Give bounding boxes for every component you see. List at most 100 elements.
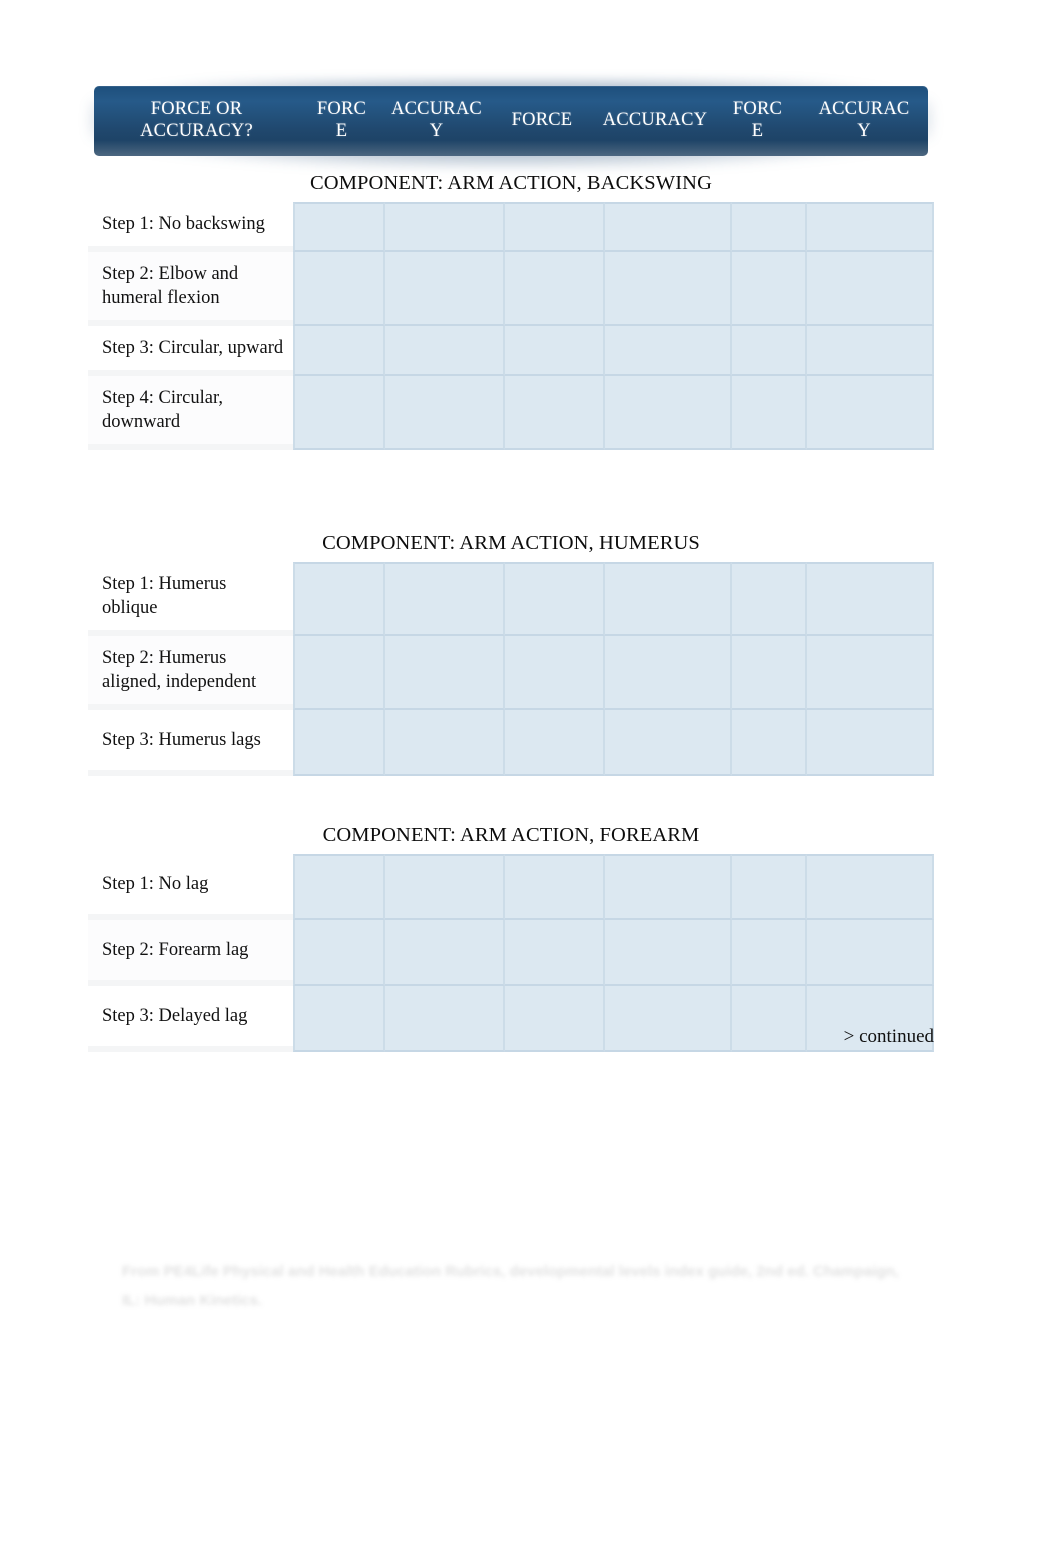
section-title-forearm: COMPONENT: ARM ACTION, FOREARM xyxy=(322,824,700,846)
score-cell-force-3[interactable] xyxy=(732,326,807,377)
row-label: Step 1: Humerus oblique xyxy=(88,562,293,637)
score-cell-accuracy-2[interactable] xyxy=(605,326,732,377)
score-cell-force-1[interactable] xyxy=(293,562,385,637)
score-cell-accuracy-1[interactable] xyxy=(385,252,505,327)
score-cell-accuracy-2[interactable] xyxy=(605,920,732,987)
score-cell-force-2[interactable] xyxy=(505,710,605,777)
score-cell-force-1[interactable] xyxy=(293,710,385,777)
header-row: FORCE OR ACCURACY? FORC E ACCURAC Y FORC… xyxy=(94,86,928,156)
table-row: Step 4: Circular, downward xyxy=(88,376,934,451)
header-cell-force-2: FORCE xyxy=(489,110,595,132)
table-humerus: Step 1: Humerus oblique Step 2: Humerus … xyxy=(88,562,934,777)
continued-note: > continued xyxy=(843,1026,934,1047)
row-label: Step 1: No backswing xyxy=(88,202,293,253)
header-cell-accuracy-2: ACCURACY xyxy=(595,110,715,132)
score-cell-accuracy-3[interactable] xyxy=(807,636,934,711)
score-cell-force-3[interactable] xyxy=(732,252,807,327)
score-cell-force-2[interactable] xyxy=(505,376,605,451)
table-backswing: Step 1: No backswing Step 2: Elbow and h… xyxy=(88,202,934,451)
row-label: Step 3: Humerus lags xyxy=(88,710,293,777)
score-cell-force-3[interactable] xyxy=(732,376,807,451)
score-cell-accuracy-1[interactable] xyxy=(385,710,505,777)
score-cell-accuracy-3[interactable] xyxy=(807,562,934,637)
header-line: FORCE OR xyxy=(150,99,243,120)
row-label: Step 4: Circular, downward xyxy=(88,376,293,451)
header-cell-force-or-accuracy: FORCE OR ACCURACY? xyxy=(94,99,299,143)
score-cell-force-3[interactable] xyxy=(732,636,807,711)
header-line: FORC xyxy=(316,99,367,120)
header-line: Y xyxy=(857,121,871,141)
score-cell-force-2[interactable] xyxy=(505,636,605,711)
score-cell-accuracy-3[interactable] xyxy=(807,854,934,921)
section-title-backswing: COMPONENT: ARM ACTION, BACKSWING xyxy=(310,172,712,194)
row-label: Step 3: Circular, upward xyxy=(88,326,293,377)
header-line: FORCE xyxy=(511,110,573,131)
header-line: E xyxy=(751,121,764,141)
score-cell-force-3[interactable] xyxy=(732,854,807,921)
score-cell-force-2[interactable] xyxy=(505,854,605,921)
score-cell-accuracy-1[interactable] xyxy=(385,854,505,921)
score-cell-force-3[interactable] xyxy=(732,920,807,987)
table-row: Step 1: No backswing xyxy=(88,202,934,253)
score-cell-force-1[interactable] xyxy=(293,376,385,451)
table-header-band: FORCE OR ACCURACY? FORC E ACCURAC Y FORC… xyxy=(88,80,934,168)
score-cell-accuracy-2[interactable] xyxy=(605,710,732,777)
table-row: Step 3: Humerus lags xyxy=(88,710,934,777)
score-cell-accuracy-1[interactable] xyxy=(385,636,505,711)
table-row: Step 2: Humerus aligned, independent xyxy=(88,636,934,711)
score-cell-force-2[interactable] xyxy=(505,202,605,253)
score-cell-force-2[interactable] xyxy=(505,920,605,987)
score-cell-accuracy-1[interactable] xyxy=(385,562,505,637)
document-page: FORCE OR ACCURACY? FORC E ACCURAC Y FORC… xyxy=(0,0,1062,1556)
score-cell-accuracy-3[interactable] xyxy=(807,202,934,253)
score-cell-force-3[interactable] xyxy=(732,710,807,777)
header-line: ACCURACY? xyxy=(140,121,253,141)
score-cell-accuracy-3[interactable] xyxy=(807,920,934,987)
header-line: ACCURAC xyxy=(818,99,910,120)
score-cell-accuracy-1[interactable] xyxy=(385,920,505,987)
score-cell-accuracy-1[interactable] xyxy=(385,202,505,253)
header-line: ACCURACY xyxy=(602,110,708,131)
score-cell-force-1[interactable] xyxy=(293,854,385,921)
row-label: Step 2: Elbow and humeral flexion xyxy=(88,252,293,327)
table-row: Step 3: Circular, upward xyxy=(88,326,934,377)
score-cell-force-1[interactable] xyxy=(293,252,385,327)
row-label: Step 1: No lag xyxy=(88,854,293,921)
header-cell-force-1: FORC E xyxy=(299,99,384,143)
score-cell-accuracy-3[interactable] xyxy=(807,376,934,451)
table-forearm: Step 1: No lag Step 2: Forearm lag Step … xyxy=(88,854,934,1053)
header-line: FORC xyxy=(732,99,783,120)
score-cell-force-1[interactable] xyxy=(293,920,385,987)
score-cell-accuracy-2[interactable] xyxy=(605,854,732,921)
section-title-humerus: COMPONENT: ARM ACTION, HUMERUS xyxy=(322,532,700,554)
score-cell-accuracy-1[interactable] xyxy=(385,326,505,377)
score-cell-accuracy-2[interactable] xyxy=(605,252,732,327)
source-footnote: From PE4Life Physical and Health Educati… xyxy=(122,1263,899,1309)
header-cell-accuracy-3: ACCURAC Y xyxy=(800,99,928,143)
header-line: Y xyxy=(429,121,444,141)
score-cell-force-3[interactable] xyxy=(732,202,807,253)
score-cell-force-3[interactable] xyxy=(732,562,807,637)
row-label: Step 2: Forearm lag xyxy=(88,920,293,987)
score-cell-accuracy-2[interactable] xyxy=(605,202,732,253)
score-cell-force-1[interactable] xyxy=(293,326,385,377)
score-cell-accuracy-3[interactable] xyxy=(807,326,934,377)
score-cell-force-1[interactable] xyxy=(293,202,385,253)
table-row: Step 1: Humerus oblique xyxy=(88,562,934,637)
score-cell-force-1[interactable] xyxy=(293,636,385,711)
score-cell-accuracy-2[interactable] xyxy=(605,376,732,451)
score-cell-accuracy-3[interactable] xyxy=(807,252,934,327)
header-line: E xyxy=(335,121,348,141)
header-cell-accuracy-1: ACCURAC Y xyxy=(384,99,489,143)
score-cell-accuracy-3[interactable] xyxy=(807,710,934,777)
score-cell-force-2[interactable] xyxy=(505,252,605,327)
header-line: ACCURAC xyxy=(391,99,482,120)
score-cell-accuracy-1[interactable] xyxy=(385,376,505,451)
table-row: Step 2: Forearm lag xyxy=(88,920,934,987)
table-row: Step 1: No lag xyxy=(88,854,934,921)
score-cell-force-2[interactable] xyxy=(505,326,605,377)
score-cell-force-2[interactable] xyxy=(505,562,605,637)
score-cell-accuracy-2[interactable] xyxy=(605,562,732,637)
row-label: Step 2: Humerus aligned, independent xyxy=(88,636,293,711)
score-cell-accuracy-2[interactable] xyxy=(605,636,732,711)
